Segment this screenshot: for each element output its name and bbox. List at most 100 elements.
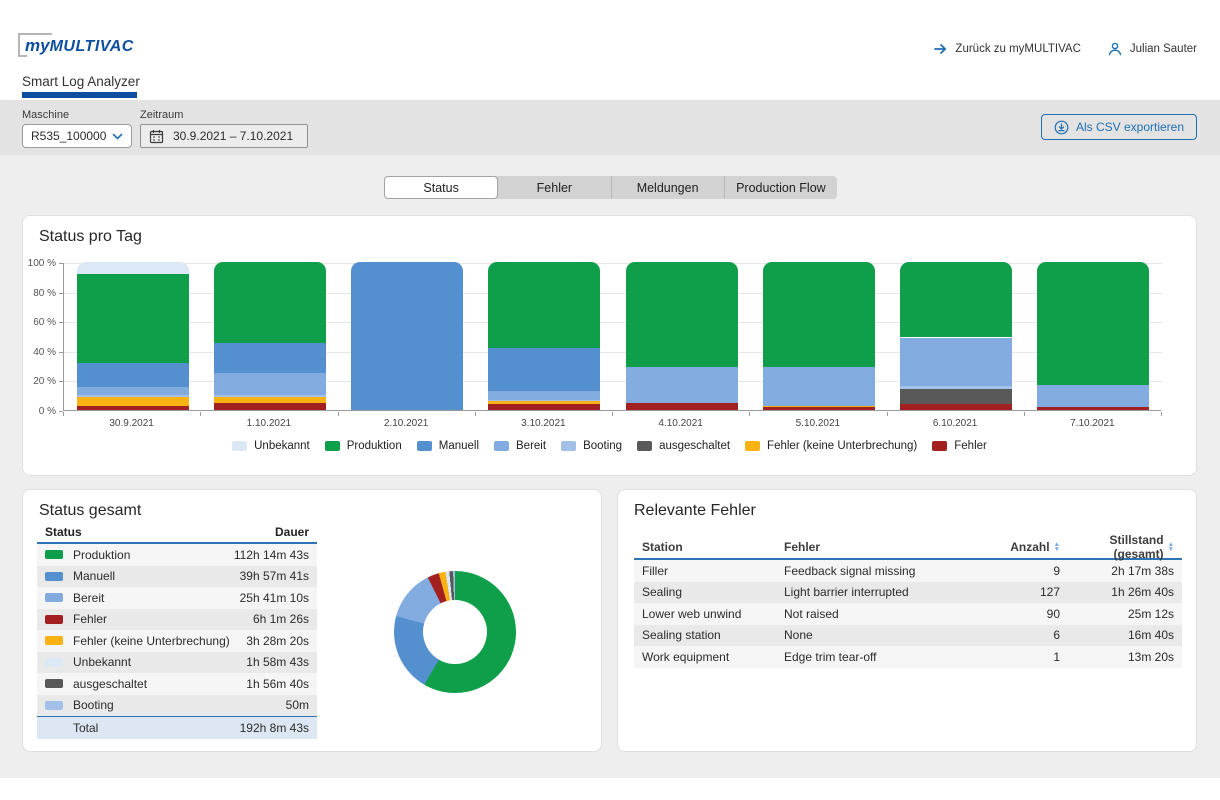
table-row: Manuell39h 57m 41s <box>37 566 317 588</box>
bar-segment-fehler[interactable] <box>626 403 738 410</box>
cell-anzahl: 90 <box>980 607 1060 621</box>
bar-segment-booting[interactable] <box>214 395 326 396</box>
logo-bracket <box>18 33 52 55</box>
legend-label: ausgeschaltet <box>659 440 730 452</box>
x-axis-label: 30.9.2021 <box>63 418 200 429</box>
bar-segment-booting[interactable] <box>488 400 600 401</box>
legend-item-unbekannt: Unbekannt <box>232 440 310 452</box>
donut-chart[interactable] <box>394 571 516 693</box>
x-axis-tick <box>200 412 201 416</box>
column-header-stillstand-gesamt[interactable]: Stillstand (gesamt)▲▼ <box>1060 533 1182 561</box>
status-swatch-bereit <box>45 593 63 602</box>
bar-segment-bereit[interactable] <box>214 373 326 395</box>
legend-swatch-manuell <box>417 441 432 451</box>
column-header-anzahl[interactable]: Anzahl▲▼ <box>980 540 1060 554</box>
back-to-mymultivac-link[interactable]: Zurück zu myMULTIVAC <box>934 43 1080 55</box>
user-menu[interactable]: Julian Sauter <box>1107 41 1197 57</box>
bar-segment-produktion[interactable] <box>77 274 189 363</box>
export-csv-button[interactable]: Als CSV exportieren <box>1041 114 1197 140</box>
bar-segment-produktion[interactable] <box>1037 262 1149 385</box>
x-axis-tick <box>1024 412 1025 416</box>
tab-production-flow[interactable]: Production Flow <box>724 176 837 199</box>
bar-segment-produktion[interactable] <box>214 262 326 343</box>
bar-segment-bereit[interactable] <box>1037 385 1149 407</box>
bar-segment-produktion[interactable] <box>763 262 875 367</box>
bar-segment-fehler[interactable] <box>763 407 875 410</box>
bar-segment-manuell[interactable] <box>214 343 326 373</box>
sort-icon[interactable]: ▲▼ <box>1168 542 1174 552</box>
bar-segment-fehler-keine-unterbrechung[interactable] <box>214 397 326 403</box>
y-axis-label: 60 % <box>23 317 56 328</box>
legend-swatch-booting <box>561 441 576 451</box>
column-header-fehler: Fehler <box>784 540 980 554</box>
machine-label: Maschine <box>22 109 132 121</box>
bar-segment-bereit[interactable] <box>77 387 189 395</box>
bar-segment-produktion[interactable] <box>626 262 738 367</box>
cell-anzahl: 6 <box>980 628 1060 642</box>
bar-segment-produktion[interactable] <box>900 262 1012 337</box>
y-axis-label: 20 % <box>23 376 56 387</box>
main-content: StatusFehlerMeldungenProduction Flow Sta… <box>0 155 1220 778</box>
tab-meldungen[interactable]: Meldungen <box>611 176 724 199</box>
legend-item-booting: Booting <box>561 440 622 452</box>
bar-segment-ausgeschaltet[interactable] <box>900 389 1012 404</box>
bar-segment-fehler[interactable] <box>77 406 189 410</box>
status-name: ausgeschaltet <box>73 677 246 691</box>
bar-segment-booting[interactable] <box>77 395 189 397</box>
legend-item-fehler: Fehler <box>932 440 987 452</box>
column-header-label: Station <box>642 540 683 554</box>
cell-stillstand: 13m 20s <box>1060 650 1182 664</box>
table-row: SealingLight barrier interrupted1271h 26… <box>634 582 1182 604</box>
bar-segment-fehler[interactable] <box>1037 407 1149 410</box>
bar-segment-fehler[interactable] <box>488 404 600 410</box>
total-value: 192h 8m 43s <box>240 721 309 735</box>
machine-select[interactable]: R535_100000 <box>22 124 132 148</box>
x-axis-label: 5.10.2021 <box>749 418 886 429</box>
table-row: Produktion112h 14m 43s <box>37 544 317 566</box>
bar-segment-manuell[interactable] <box>351 262 463 410</box>
cell-station: Work equipment <box>634 650 784 664</box>
tab-status[interactable]: Status <box>384 176 498 199</box>
table-row: Booting50m <box>37 695 317 717</box>
legend-label: Manuell <box>439 440 479 452</box>
period-input[interactable]: 30.9.2021 – 7.10.2021 <box>140 124 308 148</box>
bar-segment-produktion[interactable] <box>488 262 600 348</box>
bar-segment-manuell[interactable] <box>77 363 189 387</box>
bar-segment-fehler[interactable] <box>900 404 1012 410</box>
legend-label: Fehler (keine Unterbrechung) <box>767 440 917 452</box>
table-header: StatusDauer <box>37 522 317 544</box>
bar-segment-fehler-keine-unterbrechung[interactable] <box>763 406 875 407</box>
back-link-label: Zurück zu myMULTIVAC <box>955 43 1080 55</box>
status-duration: 6h 1m 26s <box>253 612 309 626</box>
bar-segment-bereit[interactable] <box>488 391 600 400</box>
bar-segment-bereit[interactable] <box>763 367 875 405</box>
legend-label: Unbekannt <box>254 440 310 452</box>
legend-label: Bereit <box>516 440 546 452</box>
status-swatch-produktion <box>45 550 63 559</box>
bar-segment-bereit[interactable] <box>626 367 738 403</box>
tab-smart-log-analyzer[interactable]: Smart Log Analyzer <box>22 74 140 89</box>
status-duration: 3h 28m 20s <box>246 634 309 648</box>
x-axis-tick <box>338 412 339 416</box>
period-filter: Zeitraum 30.9.2021 – 7.10.2021 <box>140 109 308 148</box>
x-axis-label: 3.10.2021 <box>475 418 612 429</box>
bar-segment-fehler[interactable] <box>214 403 326 410</box>
bar-segment-fehler-keine-unterbrechung[interactable] <box>488 401 600 404</box>
bar-segment-manuell[interactable] <box>488 348 600 391</box>
bar-segment-fehler-keine-unterbrechung[interactable] <box>77 397 189 406</box>
cell-fehler: Not raised <box>784 607 980 621</box>
bar-segment-bereit[interactable] <box>900 338 1012 387</box>
app-header: myMULTIVAC Zurück zu myMULTIVAC Julian S… <box>0 0 1220 100</box>
legend-label: Booting <box>583 440 622 452</box>
total-row: Total192h 8m 43s <box>37 716 317 739</box>
status-name: Unbekannt <box>73 655 246 669</box>
tab-fehler[interactable]: Fehler <box>498 176 610 199</box>
legend-item-ausgeschaltet: ausgeschaltet <box>637 440 730 452</box>
bar-segment-unbekannt[interactable] <box>77 262 189 274</box>
view-tabs: StatusFehlerMeldungenProduction Flow <box>384 176 837 199</box>
table-row: ausgeschaltet1h 56m 40s <box>37 673 317 695</box>
status-swatch-manuell <box>45 572 63 581</box>
status-name: Fehler <box>73 612 253 626</box>
cell-fehler: Light barrier interrupted <box>784 585 980 599</box>
bar-segment-booting[interactable] <box>900 386 1012 389</box>
